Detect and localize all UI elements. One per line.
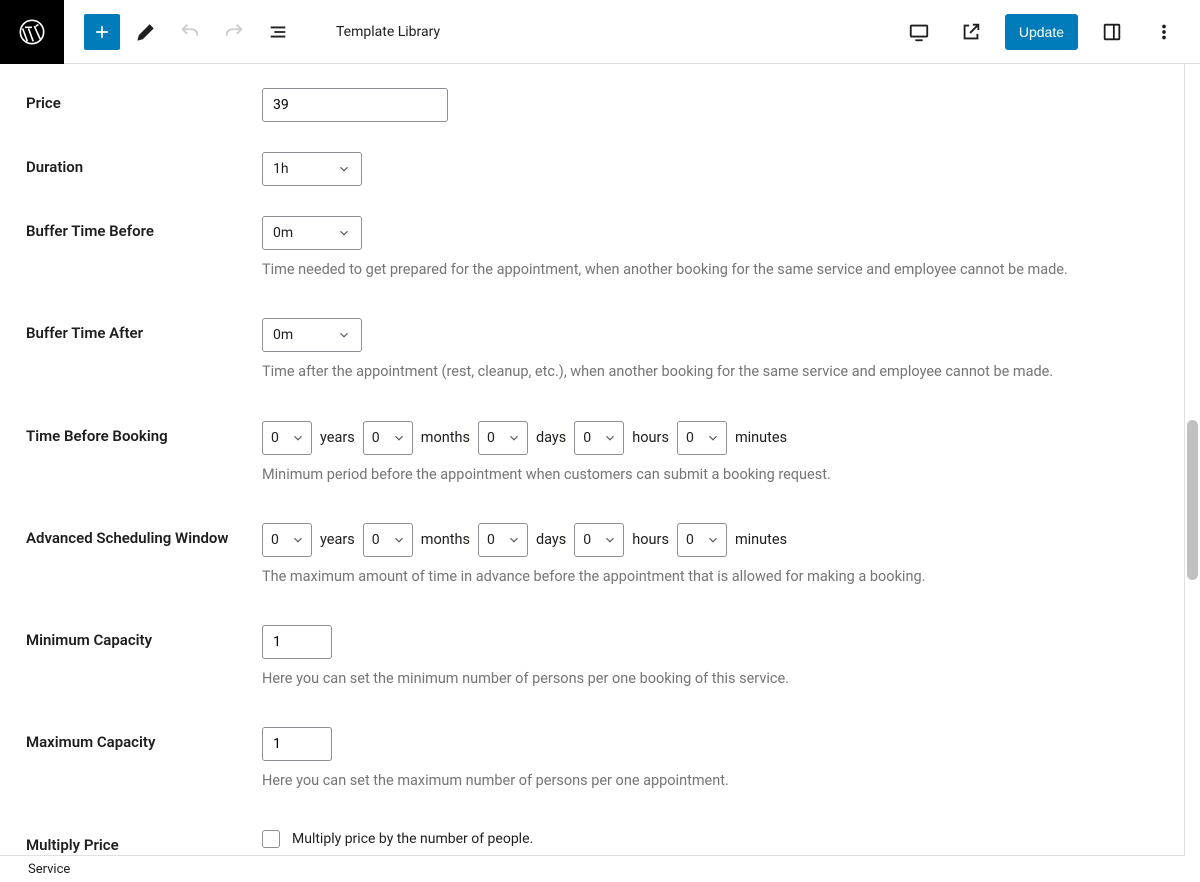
undo-button[interactable] (172, 14, 208, 50)
update-button[interactable]: Update (1005, 14, 1078, 50)
wordpress-icon (18, 18, 46, 46)
time-before-booking-label: Time Before Booking (26, 421, 262, 447)
multiply-price-checkbox-label: Multiply price by the number of people. (292, 831, 533, 847)
price-label: Price (26, 88, 262, 114)
document-outline-button[interactable] (260, 14, 296, 50)
chevron-down-icon (337, 226, 351, 240)
buffer-before-select[interactable]: 0m (262, 216, 362, 250)
adv-window-label: Advanced Scheduling Window (26, 523, 262, 549)
chevron-down-icon (392, 431, 406, 445)
aw-days-select[interactable]: 0 (478, 523, 528, 557)
breadcrumb-item[interactable]: Service (28, 862, 70, 877)
tbb-minutes-select[interactable]: 0 (677, 421, 727, 455)
duration-select[interactable]: 1h (262, 152, 362, 186)
buffer-before-value: 0m (273, 225, 293, 241)
aw-minutes-select[interactable]: 0 (677, 523, 727, 557)
buffer-before-label: Buffer Time Before (26, 216, 262, 242)
chevron-down-icon (603, 431, 617, 445)
buffer-after-label: Buffer Time After (26, 318, 262, 344)
multiply-price-label: Multiply Price (26, 830, 262, 855)
preview-button[interactable] (953, 14, 989, 50)
more-options-button[interactable] (1146, 14, 1182, 50)
max-capacity-input[interactable] (262, 727, 332, 761)
scrollbar-thumb[interactable] (1187, 420, 1198, 580)
sidebar-icon (1101, 21, 1123, 43)
buffer-after-select[interactable]: 0m (262, 318, 362, 352)
tbb-hours-select[interactable]: 0 (574, 421, 624, 455)
dots-vertical-icon (1153, 21, 1175, 43)
buffer-after-help: Time after the appointment (rest, cleanu… (262, 362, 1174, 382)
chevron-down-icon (507, 431, 521, 445)
plus-icon (92, 22, 112, 42)
view-button[interactable] (901, 14, 937, 50)
adv-window-group: 0 years 0 months 0 days 0 hours 0 minute… (262, 523, 1174, 557)
max-capacity-label: Maximum Capacity (26, 727, 262, 753)
page-title: Template Library (336, 24, 440, 40)
add-block-button[interactable] (84, 14, 120, 50)
settings-panel-button[interactable] (1094, 14, 1130, 50)
edit-button[interactable] (128, 14, 164, 50)
price-input[interactable] (262, 88, 448, 122)
min-capacity-label: Minimum Capacity (26, 625, 262, 651)
list-view-icon (267, 21, 289, 43)
block-breadcrumb: Service (0, 855, 1185, 882)
aw-hours-select[interactable]: 0 (574, 523, 624, 557)
panel-divider (1184, 64, 1185, 855)
chevron-down-icon (291, 431, 305, 445)
form-area: Price Duration 1h Buffer Time Before 0m … (0, 64, 1200, 855)
duration-label: Duration (26, 152, 262, 178)
pencil-icon (135, 21, 157, 43)
min-capacity-input[interactable] (262, 625, 332, 659)
min-capacity-help: Here you can set the minimum number of p… (262, 669, 1174, 689)
chevron-down-icon (392, 533, 406, 547)
chevron-down-icon (291, 533, 305, 547)
tbb-days-select[interactable]: 0 (478, 421, 528, 455)
chevron-down-icon (706, 533, 720, 547)
buffer-after-value: 0m (273, 327, 293, 343)
desktop-icon (908, 21, 930, 43)
aw-months-select[interactable]: 0 (363, 523, 413, 557)
chevron-down-icon (337, 162, 351, 176)
redo-button[interactable] (216, 14, 252, 50)
buffer-before-help: Time needed to get prepared for the appo… (262, 260, 1174, 280)
chevron-down-icon (603, 533, 617, 547)
external-link-icon (960, 21, 982, 43)
undo-icon (179, 21, 201, 43)
editor-topbar: Template Library Update (0, 0, 1200, 64)
wordpress-logo[interactable] (0, 0, 64, 64)
tbb-years-select[interactable]: 0 (262, 421, 312, 455)
max-capacity-help: Here you can set the maximum number of p… (262, 771, 1174, 791)
chevron-down-icon (337, 328, 351, 342)
chevron-down-icon (507, 533, 521, 547)
aw-help: The maximum amount of time in advance be… (262, 567, 1174, 587)
aw-years-select[interactable]: 0 (262, 523, 312, 557)
chevron-down-icon (706, 431, 720, 445)
duration-value: 1h (273, 161, 289, 177)
tbb-help: Minimum period before the appointment wh… (262, 465, 1174, 485)
redo-icon (223, 21, 245, 43)
time-before-booking-group: 0 years 0 months 0 days 0 hours 0 minute… (262, 421, 1174, 455)
tbb-months-select[interactable]: 0 (363, 421, 413, 455)
multiply-price-checkbox[interactable] (262, 830, 280, 848)
